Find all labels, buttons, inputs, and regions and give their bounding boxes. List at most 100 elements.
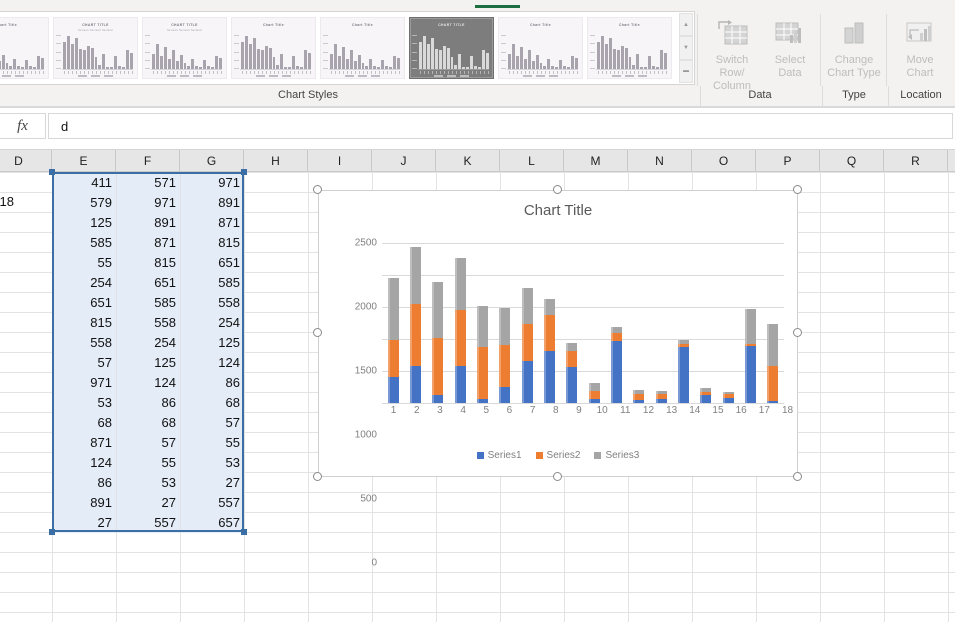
chart-legend[interactable]: Series1 Series2 Series3 (319, 447, 797, 463)
chart-resize-handle[interactable] (312, 184, 322, 194)
chart-bar-group[interactable] (538, 243, 560, 404)
chart-object[interactable]: Chart Title 0 500 1000 1500 2000 2500 1234567… (318, 190, 798, 569)
column-header-l[interactable]: L (500, 150, 564, 171)
chart-bar-segment[interactable] (677, 343, 689, 348)
change-chart-type-button[interactable]: Change Chart Type (823, 14, 885, 86)
chart-bar-segment[interactable] (655, 398, 667, 404)
chart-bar-group[interactable] (628, 243, 650, 404)
chart-bar-group[interactable] (382, 243, 404, 404)
table-cell[interactable]: 558 (181, 293, 244, 313)
table-cell[interactable]: 86 (117, 393, 180, 413)
chart-bar-group[interactable] (516, 243, 538, 403)
clipped-cell-value[interactable]: 018 (0, 192, 18, 212)
table-cell[interactable]: 68 (53, 413, 116, 433)
range-selection-handle[interactable] (49, 169, 55, 175)
table-cell[interactable]: 68 (181, 393, 244, 413)
chart-legend-item[interactable]: Series2 (535, 450, 580, 461)
range-selection-handle[interactable] (49, 529, 55, 535)
column-header-i[interactable]: I (308, 150, 372, 171)
move-chart-button[interactable]: Move Chart (889, 14, 951, 86)
chart-bar-segment[interactable] (387, 340, 399, 377)
chart-bar-segment[interactable] (476, 347, 488, 400)
chart-bar-segment[interactable] (588, 399, 600, 403)
chart-bar-group[interactable] (583, 243, 605, 403)
chart-bar-group[interactable] (672, 243, 694, 403)
chart-bar-segment[interactable] (543, 350, 555, 404)
chart-style-thumbnail[interactable]: CHART TITLE Series1 Series2 Series3 (53, 17, 138, 79)
column-header-r[interactable]: R (884, 150, 948, 171)
chart-bar-segment[interactable] (655, 394, 667, 400)
chart-legend-item[interactable]: Series1 (476, 450, 522, 461)
chart-bar-group[interactable] (695, 243, 717, 403)
chart-style-thumbnail[interactable]: Chart Title (498, 17, 583, 79)
table-cell[interactable]: 68 (117, 413, 180, 433)
chart-bar-segment[interactable] (610, 332, 622, 341)
column-header-d[interactable]: D (0, 150, 52, 171)
insert-function-icon[interactable]: fx (0, 113, 46, 139)
table-cell[interactable]: 558 (117, 313, 180, 333)
chart-bar-segment[interactable] (767, 365, 779, 402)
table-cell[interactable]: 891 (181, 193, 244, 213)
chart-bar-group[interactable] (427, 243, 449, 403)
table-cell[interactable]: 53 (117, 473, 180, 493)
chart-bar-segment[interactable] (543, 315, 555, 351)
chart-bar-group[interactable] (762, 243, 784, 403)
table-cell[interactable]: 86 (181, 373, 244, 393)
chart-bar-group[interactable] (650, 243, 672, 404)
chart-bar-group[interactable] (717, 243, 739, 404)
chart-bar-segment[interactable] (521, 323, 533, 362)
table-cell[interactable]: 124 (117, 373, 180, 393)
column-header-n[interactable]: N (628, 150, 692, 171)
chart-bar-group[interactable] (449, 243, 471, 404)
chart-styles-gallery[interactable]: Chart Title CHART TITLE Series1 Series2 Se… (0, 11, 695, 85)
table-cell[interactable]: 57 (181, 413, 244, 433)
range-selection-handle[interactable] (241, 529, 247, 535)
chart-bar-segment[interactable] (432, 395, 444, 403)
chart-resize-handle[interactable] (312, 328, 322, 337)
chart-bar-segment[interactable] (744, 308, 756, 345)
chart-bar-segment[interactable] (566, 367, 578, 403)
chart-bar-segment[interactable] (767, 401, 779, 403)
column-header-f[interactable]: F (116, 150, 180, 171)
table-cell[interactable]: 651 (117, 273, 180, 293)
chart-bar-segment[interactable] (655, 390, 667, 395)
gallery-scroll-up-icon[interactable]: ▲ (679, 13, 693, 37)
select-data-button[interactable]: Select Data (761, 14, 819, 86)
chart-style-thumbnail[interactable]: CHART TITLE (409, 17, 494, 79)
chart-bar-segment[interactable] (454, 309, 466, 366)
table-cell[interactable]: 657 (181, 513, 244, 533)
table-cell[interactable]: 55 (117, 453, 180, 473)
table-cell[interactable]: 57 (53, 353, 116, 373)
table-cell[interactable]: 557 (117, 513, 180, 533)
chart-bar-segment[interactable] (767, 323, 779, 366)
table-cell[interactable]: 557 (181, 493, 244, 513)
chart-bar-group[interactable] (494, 243, 516, 404)
table-cell[interactable]: 558 (53, 333, 116, 353)
switch-row-column-button[interactable]: Switch Row/ Column (703, 14, 761, 92)
table-cell[interactable]: 254 (181, 313, 244, 333)
table-cell[interactable]: 585 (117, 293, 180, 313)
chart-bar-segment[interactable] (633, 399, 645, 404)
table-cell[interactable]: 57 (117, 433, 180, 453)
chart-bar-group[interactable] (605, 243, 627, 404)
table-cell[interactable]: 124 (181, 353, 244, 373)
table-cell[interactable]: 125 (117, 353, 180, 373)
chart-bar-segment[interactable] (499, 345, 511, 387)
table-cell[interactable]: 971 (181, 173, 244, 193)
chart-bar-segment[interactable] (722, 397, 734, 404)
column-header-h[interactable]: H (244, 150, 308, 171)
chart-bar-group[interactable] (561, 243, 583, 403)
chart-title[interactable]: Chart Title (319, 202, 797, 219)
chart-bar-segment[interactable] (454, 365, 466, 404)
column-header-q[interactable]: Q (820, 150, 884, 171)
chart-resize-handle[interactable] (792, 184, 802, 194)
chart-bar-segment[interactable] (722, 392, 734, 395)
table-cell[interactable]: 125 (53, 213, 116, 233)
chart-style-thumbnail[interactable]: Chart Title (320, 17, 405, 79)
chart-bar-segment[interactable] (409, 246, 421, 304)
table-cell[interactable]: 815 (181, 233, 244, 253)
chart-resize-handle[interactable] (312, 471, 322, 481)
table-cell[interactable]: 871 (181, 213, 244, 233)
chart-resize-handle[interactable] (552, 471, 562, 481)
table-cell[interactable]: 579 (53, 193, 116, 213)
